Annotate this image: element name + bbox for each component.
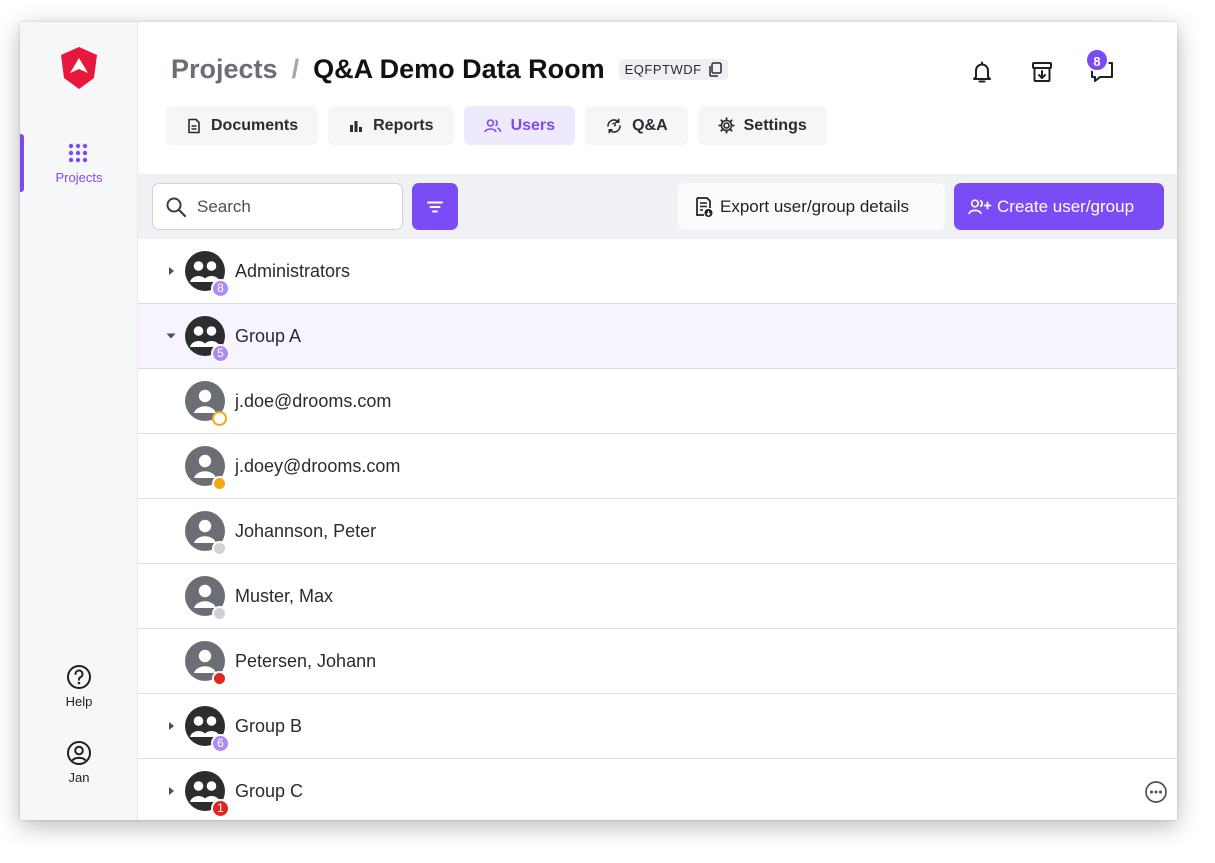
group-name: Group C xyxy=(235,781,304,801)
bar-chart-icon xyxy=(350,120,363,132)
document-icon xyxy=(188,118,200,133)
bell-icon[interactable] xyxy=(968,58,996,86)
member-count-badge: 6 xyxy=(211,734,230,753)
tab-label: Users xyxy=(510,116,556,134)
status-dot-pending xyxy=(212,411,227,426)
room-code-chip[interactable]: EQFPTWDF xyxy=(618,59,728,80)
status-dot-blocked xyxy=(212,671,227,686)
caret-down-icon[interactable] xyxy=(166,331,176,341)
list-toolbar: Export user/group details Create user/gr… xyxy=(138,174,1177,239)
user-name: j.doe@drooms.com xyxy=(235,391,392,411)
user-name: Petersen, Johann xyxy=(235,651,377,671)
search-box[interactable] xyxy=(152,183,403,230)
group-name: Group B xyxy=(235,716,303,736)
group-row[interactable]: 1 Group C xyxy=(138,759,1177,820)
group-row[interactable]: 6 Group B xyxy=(138,694,1177,759)
drooms-logo[interactable] xyxy=(59,46,99,90)
export-user-group-button[interactable]: Export user/group details xyxy=(678,183,945,230)
group-row[interactable]: 8 Administrators xyxy=(138,239,1177,304)
member-count-badge: 8 xyxy=(211,279,230,298)
filter-button[interactable] xyxy=(412,183,458,230)
breadcrumb-projects-link[interactable]: Projects xyxy=(171,54,278,85)
caret-right-icon[interactable] xyxy=(166,721,176,731)
group-name: Group A xyxy=(235,326,302,346)
sidebar-item-label: Jan xyxy=(68,770,90,785)
tab-label: Reports xyxy=(373,116,434,134)
page-title: Q&A Demo Data Room xyxy=(313,54,605,84)
tab-label: Settings xyxy=(743,116,807,134)
create-user-group-button[interactable]: Create user/group xyxy=(954,183,1164,230)
breadcrumb-separator: / xyxy=(291,54,300,84)
user-row[interactable]: j.doe@drooms.com xyxy=(138,369,1177,434)
tab-reports[interactable]: Reports xyxy=(328,106,454,145)
export-document-icon xyxy=(696,196,713,217)
search-icon xyxy=(166,197,187,217)
tab-documents[interactable]: Documents xyxy=(166,106,319,145)
copy-icon[interactable] xyxy=(708,62,722,77)
help-circle-icon xyxy=(67,665,91,689)
user-row[interactable]: Muster, Max xyxy=(138,564,1177,629)
archive-download-icon[interactable] xyxy=(1028,58,1056,86)
messages-count-badge: 8 xyxy=(1085,48,1109,72)
app-window: Projects Help Jan Projects / Q&A Demo Da… xyxy=(20,22,1177,820)
tab-label: Documents xyxy=(211,116,299,134)
user-row[interactable]: j.doey@drooms.com xyxy=(138,434,1177,499)
user-name: Johannson, Peter xyxy=(235,521,377,541)
grid-dots-icon xyxy=(68,143,88,163)
sidebar-item-label: Projects xyxy=(55,170,103,185)
refresh-chat-icon xyxy=(607,118,621,133)
member-count-badge: 5 xyxy=(211,344,230,363)
sidebar-item-account[interactable]: Jan xyxy=(20,740,138,785)
user-row[interactable]: Johannson, Peter xyxy=(138,499,1177,564)
more-options-icon[interactable] xyxy=(1145,781,1167,803)
users-icon xyxy=(483,118,501,132)
header-actions: 8 xyxy=(973,48,1177,88)
member-count-badge: 1 xyxy=(211,799,230,818)
status-dot-invited xyxy=(212,476,227,491)
tab-users[interactable]: Users xyxy=(463,106,576,145)
group-row[interactable]: 5 Group A xyxy=(138,304,1177,369)
user-row[interactable]: Petersen, Johann xyxy=(138,629,1177,694)
user-circle-icon xyxy=(67,741,91,765)
gear-icon xyxy=(717,117,735,134)
sidebar-item-label: Help xyxy=(65,694,93,709)
tab-settings[interactable]: Settings xyxy=(697,106,827,145)
create-button-label: Create user/group xyxy=(997,196,1135,216)
breadcrumb: Projects / Q&A Demo Data Room EQFPTWDF xyxy=(171,54,728,85)
export-button-label: Export user/group details xyxy=(720,196,909,216)
tab-label: Q&A xyxy=(632,116,668,134)
user-name: j.doey@drooms.com xyxy=(235,456,401,476)
search-input[interactable] xyxy=(197,196,387,217)
user-name: Muster, Max xyxy=(235,586,334,606)
user-group-list: 8 Administrators 5 Group A j.doe@drooms.… xyxy=(138,239,1177,820)
sidebar: Projects Help Jan xyxy=(20,22,138,820)
caret-right-icon[interactable] xyxy=(166,266,176,276)
status-dot-inactive xyxy=(212,541,227,556)
sidebar-item-projects[interactable]: Projects xyxy=(20,134,138,194)
group-name: Administrators xyxy=(235,261,351,281)
caret-right-icon[interactable] xyxy=(166,786,176,796)
add-users-icon xyxy=(968,198,992,214)
status-dot-inactive xyxy=(212,606,227,621)
page-header: Projects / Q&A Demo Data Room EQFPTWDF 8… xyxy=(138,22,1177,174)
tab-qa[interactable]: Q&A xyxy=(585,106,688,145)
sidebar-item-help[interactable]: Help xyxy=(20,664,138,709)
filter-icon xyxy=(427,201,443,212)
tab-bar: Documents Reports Users Q&A Settings xyxy=(166,106,837,145)
room-code: EQFPTWDF xyxy=(624,62,702,77)
